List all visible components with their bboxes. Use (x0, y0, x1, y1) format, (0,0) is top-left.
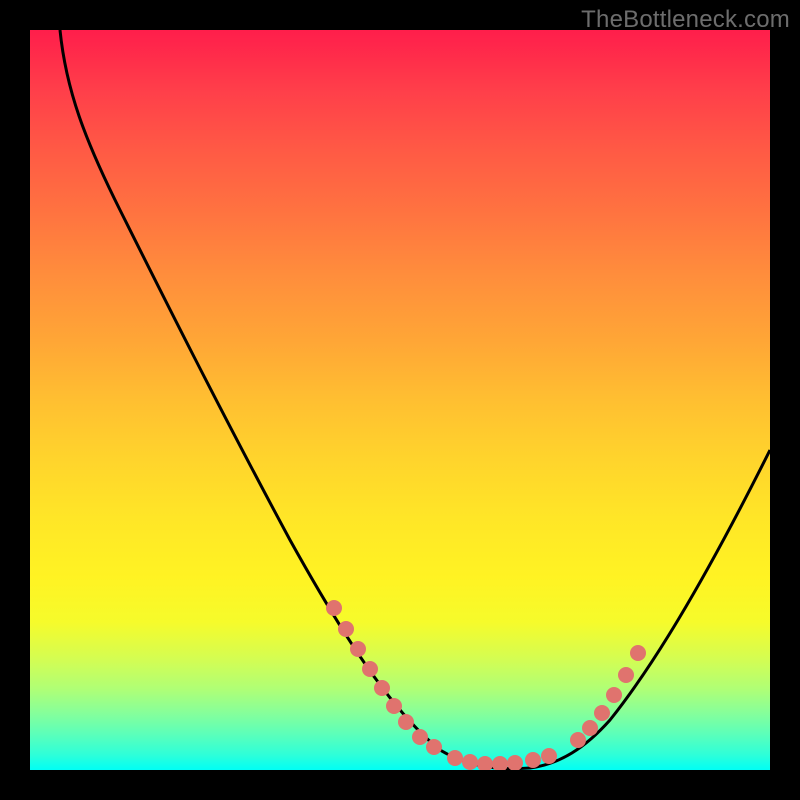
bottleneck-curve-svg (30, 30, 770, 770)
marker-dot (606, 687, 622, 703)
marker-dot (398, 714, 414, 730)
marker-dot (507, 755, 523, 770)
marker-dot (582, 720, 598, 736)
marker-dot (362, 661, 378, 677)
marker-dot (374, 680, 390, 696)
marker-dot (462, 754, 478, 770)
marker-dot (594, 705, 610, 721)
chart-frame: TheBottleneck.com (0, 0, 800, 800)
marker-dot (525, 752, 541, 768)
marker-dot (412, 729, 428, 745)
marker-dot (326, 600, 342, 616)
watermark-text: TheBottleneck.com (581, 6, 790, 34)
marker-dot (447, 750, 463, 766)
plot-area (30, 30, 770, 770)
marker-dot (541, 748, 557, 764)
marker-dot (350, 641, 366, 657)
marker-dot (630, 645, 646, 661)
marker-dot (386, 698, 402, 714)
bottleneck-curve (60, 30, 770, 769)
marker-dot (492, 756, 508, 770)
marker-dot (426, 739, 442, 755)
marker-dot (618, 667, 634, 683)
marker-dot (570, 732, 586, 748)
marker-dot (477, 756, 493, 770)
marker-dot (338, 621, 354, 637)
